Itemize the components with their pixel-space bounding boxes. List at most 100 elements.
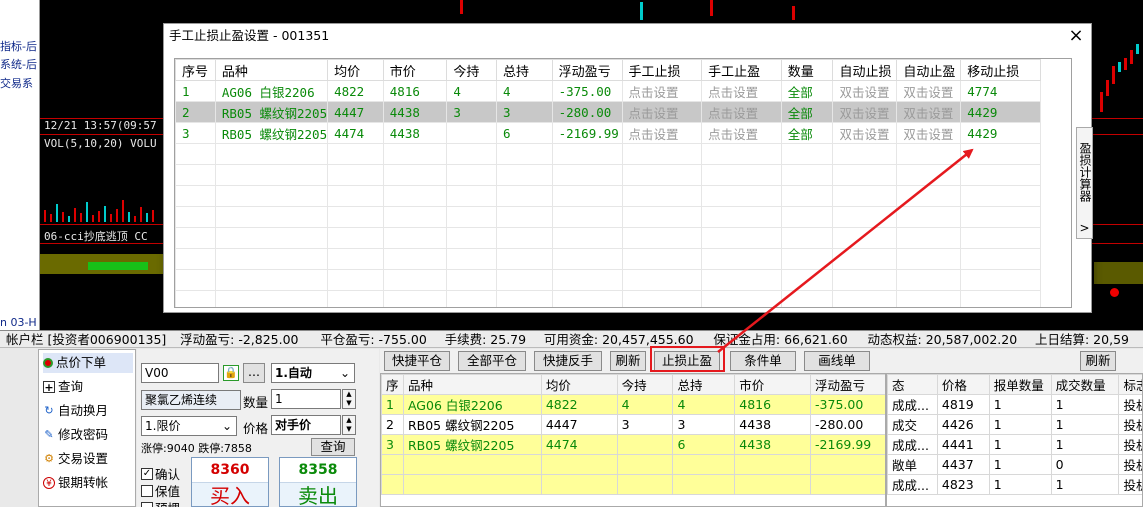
table-row[interactable]: 3 RB05 螺纹钢2205 4474 4438 6 -2169.99 点击设置… (175, 122, 1041, 144)
nav-item-bank-transfer[interactable]: ¥ 银期转帐 (43, 473, 108, 493)
price-type-select[interactable]: 1.限价 ⌄ (141, 416, 237, 436)
col-header[interactable]: 手工止盈 (701, 59, 782, 81)
table-row[interactable]: 敞单443710投机 (887, 454, 1142, 475)
manual-stop-loss-cell[interactable]: 点击设置 (621, 80, 703, 102)
close-icon[interactable]: × (1067, 24, 1085, 48)
col-header[interactable]: 成交数量 (1050, 374, 1120, 395)
qty-stepper[interactable]: ▲ ▼ (342, 389, 356, 409)
left-indicator-strip: 指标-后 系统-后 交易系 n 03-H (0, 0, 40, 330)
candle (1100, 92, 1103, 112)
left-strip-label[interactable]: 系统-后 (0, 56, 37, 72)
table-row[interactable]: 成成...482311投机 (887, 474, 1142, 495)
col-header[interactable]: 自动止损 (832, 59, 898, 81)
manual-stop-loss-cell[interactable]: 点击设置 (621, 101, 703, 123)
orders-panel: 刷新 态 价格 报单数量 成交数量 标志 成成...481911投机 成交442… (886, 349, 1143, 507)
limit-price-info: 涨停:9040 跌停:7858 (141, 442, 252, 455)
col-header[interactable]: 自动止盈 (896, 59, 962, 81)
col-header[interactable]: 市价 (382, 59, 448, 81)
candle (1118, 62, 1121, 72)
nav-item-auto-rollover[interactable]: ↻ 自动换月 (43, 401, 108, 421)
candle (1106, 80, 1109, 96)
col-header[interactable]: 价格 (936, 374, 990, 395)
quantity-cell[interactable]: 全部 (780, 80, 834, 102)
line-order-button[interactable]: 画线单 (804, 351, 870, 371)
col-header[interactable]: 序 (381, 374, 404, 395)
manual-take-profit-cell[interactable]: 点击设置 (701, 101, 782, 123)
chevron-right-icon: > (1079, 221, 1090, 235)
col-header[interactable]: 均价 (327, 59, 384, 81)
col-header[interactable]: 总持 (496, 59, 553, 81)
col-header[interactable]: 今持 (616, 374, 674, 395)
auto-stop-loss-cell[interactable]: 双击设置 (832, 101, 898, 123)
contract-code-input[interactable]: V00 (141, 363, 219, 383)
col-header[interactable]: 手工止损 (621, 59, 703, 81)
manual-take-profit-cell[interactable]: 点击设置 (701, 80, 782, 102)
col-header[interactable]: 序号 (175, 59, 216, 81)
col-header[interactable]: 浮动盈亏 (810, 374, 885, 395)
nav-item-price-order[interactable]: 点价下单 (43, 353, 133, 373)
col-header[interactable]: 今持 (446, 59, 498, 81)
col-header[interactable]: 均价 (540, 374, 618, 395)
trailing-stop-cell[interactable]: 4774 (960, 80, 1041, 102)
table-row[interactable]: 3 RB05 螺纹钢2205 4474 6 4438 -2169.99 (381, 434, 885, 455)
col-header[interactable]: 品种 (214, 59, 329, 81)
manual-take-profit-cell[interactable]: 点击设置 (701, 122, 782, 144)
col-header[interactable]: 报单数量 (988, 374, 1052, 395)
auto-take-profit-cell[interactable]: 双击设置 (896, 122, 962, 144)
preset-checkbox[interactable]: 预埋 (141, 498, 180, 507)
table-row[interactable]: 1 AG06 白银2206 4822 4816 4 4 -375.00 点击设置… (175, 80, 1041, 102)
table-row[interactable]: 成交442611投机 (887, 414, 1142, 435)
table-row[interactable]: 1 AG06 白银2206 4822 4 4 4816 -375.00 (381, 394, 885, 415)
float-pnl: 浮动盈亏: -2,825.00 (180, 332, 299, 347)
nav-item-trade-settings[interactable]: ⚙ 交易设置 (43, 449, 108, 469)
lock-icon[interactable]: 🔒 (223, 365, 239, 381)
table-row-selected[interactable]: 2 RB05 螺纹钢2205 4447 4438 3 3 -280.00 点击设… (175, 101, 1041, 123)
orders-refresh-button[interactable]: 刷新 (1080, 351, 1116, 371)
more-button[interactable]: ... (243, 363, 265, 383)
left-strip-label[interactable]: 交易系 (0, 75, 33, 91)
col-header[interactable]: 标志 (1118, 374, 1142, 395)
table-row[interactable]: 成成...481911投机 (887, 394, 1142, 415)
manual-stop-loss-cell[interactable]: 点击设置 (621, 122, 703, 144)
buy-button[interactable]: 8360 买入 (191, 457, 269, 507)
nav-item-change-password[interactable]: ✎ 修改密码 (43, 425, 108, 445)
col-header[interactable]: 移动止损 (960, 59, 1041, 81)
order-entry-panel: V00 🔒 ... 1.自动 ⌄ 聚氯乙烯连续 数量 1 ▲ ▼ 1.限价 ⌄ 价格 … (137, 349, 379, 507)
cci-band-right (1094, 262, 1143, 284)
table-row-empty (175, 290, 1041, 307)
qty-input[interactable]: 1 (271, 389, 341, 409)
quick-close-button[interactable]: 快捷平仓 (384, 351, 450, 371)
open-close-mode-select[interactable]: 1.自动 ⌄ (271, 363, 355, 383)
auto-take-profit-cell[interactable]: 双击设置 (896, 80, 962, 102)
col-header[interactable]: 市价 (734, 374, 812, 395)
pnl-calculator-tab[interactable]: 盈损计算器 > (1076, 127, 1093, 239)
price-input[interactable]: 对手价 (271, 415, 341, 435)
quick-reverse-button[interactable]: 快捷反手 (534, 351, 602, 371)
auto-take-profit-cell[interactable]: 双击设置 (896, 101, 962, 123)
col-header[interactable]: 浮动盈亏 (551, 59, 623, 81)
left-strip-label[interactable]: 指标-后 (0, 38, 37, 54)
sell-button[interactable]: 8358 卖出 (279, 457, 357, 507)
price-label: 价格 (243, 421, 269, 436)
auto-stop-loss-cell[interactable]: 双击设置 (832, 122, 898, 144)
col-header[interactable]: 态 (887, 374, 938, 395)
trailing-stop-cell[interactable]: 4429 (960, 122, 1041, 144)
col-header[interactable]: 数量 (780, 59, 834, 81)
price-stepper[interactable]: ▲ ▼ (342, 415, 356, 435)
table-row-empty (175, 269, 1041, 291)
conditional-order-button[interactable]: 条件单 (730, 351, 796, 371)
query-button[interactable]: 查询 (311, 438, 355, 456)
col-header[interactable]: 品种 (402, 374, 542, 395)
nav-item-query[interactable]: + 查询 (43, 377, 83, 397)
quantity-cell[interactable]: 全部 (780, 122, 834, 144)
refresh-button[interactable]: 刷新 (610, 351, 646, 371)
auto-stop-loss-cell[interactable]: 双击设置 (832, 80, 898, 102)
quantity-cell[interactable]: 全部 (780, 101, 834, 123)
table-row[interactable]: 2 RB05 螺纹钢2205 4447 3 3 4438 -280.00 (381, 414, 885, 435)
cci-indicator-label: 06-cci抄底逃顶 CC (44, 230, 148, 243)
table-row[interactable]: 成成...444111投机 (887, 434, 1142, 455)
col-header[interactable]: 总持 (672, 374, 736, 395)
left-strip-label[interactable]: n 03-H (0, 316, 37, 329)
close-all-button[interactable]: 全部平仓 (458, 351, 526, 371)
trailing-stop-cell[interactable]: 4429 (960, 101, 1041, 123)
